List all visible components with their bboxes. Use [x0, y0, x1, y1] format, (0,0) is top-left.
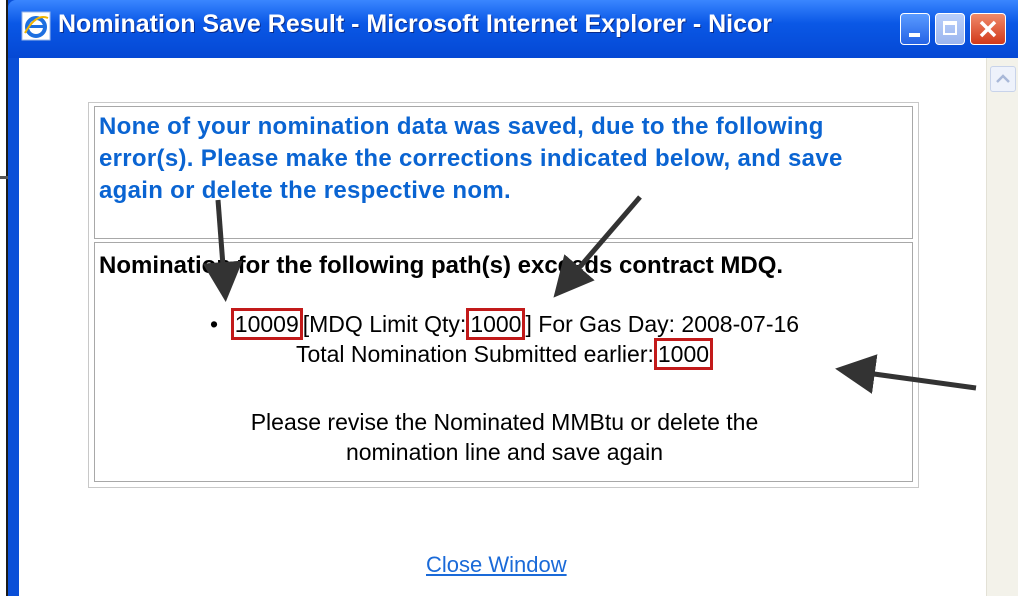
error-cell: None of your nomination data was saved, …	[94, 106, 913, 239]
close-icon	[979, 20, 997, 38]
minimize-button[interactable]	[900, 13, 930, 45]
error-message: None of your nomination data was saved, …	[99, 113, 843, 204]
background-page-edge	[0, 0, 8, 596]
edge-tick	[0, 176, 8, 179]
path-id-highlight: 10009	[230, 308, 303, 340]
internet-explorer-icon	[21, 11, 51, 41]
revise-instruction-line-2: nomination line and save again	[345, 439, 664, 465]
total-value-highlight: 1000	[653, 338, 714, 370]
mdq-value-highlight: 1000	[466, 308, 526, 340]
window-title: Nomination Save Result - Microsoft Inter…	[58, 10, 773, 38]
result-table: None of your nomination data was saved, …	[88, 102, 919, 488]
maximize-button[interactable]	[935, 13, 965, 45]
path-heading: Nomination for the following path(s) exc…	[99, 252, 784, 279]
total-nomination-line: Total Nomination Submitted earlier: 1000	[95, 338, 914, 370]
title-bar[interactable]: Nomination Save Result - Microsoft Inter…	[8, 0, 1018, 58]
scroll-up-button[interactable]	[990, 66, 1016, 92]
mdq-label: [MDQ Limit Qty:	[302, 311, 467, 337]
path-detail-line: • 10009 [MDQ Limit Qty: 1000] For Gas Day:…	[95, 308, 914, 340]
chevron-up-icon	[996, 74, 1010, 83]
close-button[interactable]	[970, 13, 1006, 45]
close-window-link[interactable]: Close Window	[426, 552, 567, 578]
gas-day-text: ] For Gas Day: 2008-07-16	[525, 311, 800, 337]
vertical-scrollbar[interactable]	[986, 58, 1018, 596]
bullet: •	[209, 311, 231, 337]
details-cell: Nomination for the following path(s) exc…	[94, 242, 913, 482]
revise-instruction-line-1: Please revise the Nominated MMBtu or del…	[250, 409, 759, 435]
total-label: Total Nomination Submitted earlier:	[295, 341, 654, 367]
